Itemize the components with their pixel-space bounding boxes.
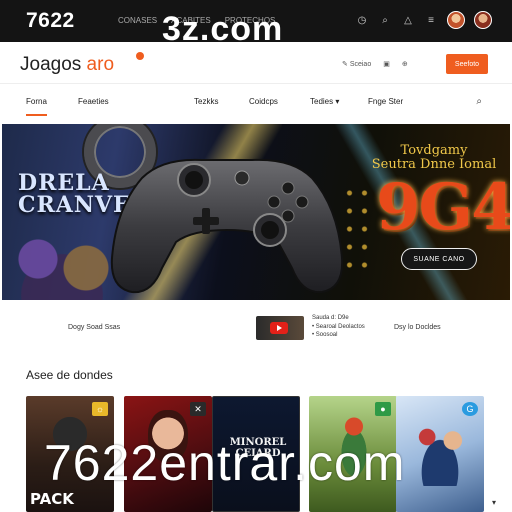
site-header: Joagos aro ✎ Sceiao ▣ ⊕ Seefoto <box>0 42 512 84</box>
hero-right-title-line1: Tovdgamy <box>400 143 468 158</box>
card-label: PACK <box>30 490 74 508</box>
brand-title[interactable]: Joagos aro <box>20 54 114 76</box>
avatar[interactable] <box>447 11 465 29</box>
hero-banner[interactable]: DRELA CRANVE Tovdgamy Seutra Dnne Iomal … <box>2 124 510 300</box>
scroll-down-icon[interactable]: ▾ <box>492 498 496 507</box>
nav-item-features[interactable]: Feaeties <box>78 97 109 106</box>
brand-dot-icon <box>136 52 144 60</box>
bell-icon[interactable]: △ <box>401 13 415 27</box>
spark-decoration <box>342 184 372 274</box>
main-nav: Forna Feaeties Tezkks Coidcps Tedies ▾ F… <box>0 84 512 118</box>
watermark-overlay-top: 3z.com <box>162 10 284 48</box>
nav-item-tedies[interactable]: Tedies ▾ <box>310 97 339 106</box>
nav-search-icon[interactable]: ⌕ <box>476 96 482 107</box>
top-icons: ◷ ⌕ △ ≡ <box>355 11 492 29</box>
sun-badge-icon: ☼ <box>92 402 108 416</box>
nav-item-fnge-ster[interactable]: Fnge Ster <box>368 97 403 106</box>
clock-icon[interactable]: ◷ <box>355 13 369 27</box>
status-badge-icon: ● <box>375 402 391 416</box>
strip-list-item: Sauda d: D9e <box>312 315 349 321</box>
top-link-1[interactable]: CONASES <box>118 16 157 25</box>
header-links: ✎ Sceiao ▣ ⊕ <box>342 60 408 68</box>
strip-right-text[interactable]: Dsy lo Docldes <box>394 324 441 331</box>
nav-item-home[interactable]: Forna <box>26 97 47 116</box>
avatar-secondary[interactable] <box>474 11 492 29</box>
strip-list-item[interactable]: • Soosoal <box>312 331 365 340</box>
card-art <box>408 416 472 486</box>
top-bar: 7622 CONASES ACABITES PROTECHOS 3z.com ◷… <box>0 0 512 46</box>
section-title: Asee de dondes <box>26 368 113 382</box>
cta-button[interactable]: Seefoto <box>446 54 488 74</box>
brand-accent: aro <box>86 54 115 75</box>
strip-left-text[interactable]: Dogy Soad Ssas <box>68 324 120 331</box>
watermark-overlay-bottom: 7622entrar.com <box>44 435 406 491</box>
search-icon[interactable]: ⌕ <box>378 13 392 27</box>
info-strip: Dogy Soad Ssas Sauda d: D9e • Searoal De… <box>0 306 512 350</box>
play-icon[interactable] <box>270 322 288 334</box>
strip-list: Sauda d: D9e • Searoal Deolactos • Sooso… <box>312 314 365 340</box>
hero-big-number: 9G4 <box>376 170 510 245</box>
header-link-1[interactable]: ✎ Sceiao <box>342 60 371 68</box>
game-card-5[interactable]: G <box>396 396 484 512</box>
strip-list-item[interactable]: • Searoal Deolactos <box>312 323 365 332</box>
game-controller-image <box>110 158 344 294</box>
share-icon[interactable]: ⊕ <box>402 60 408 68</box>
header-link-1-label: Sceiao <box>349 61 372 68</box>
nav-item-coidcps[interactable]: Coidcps <box>249 97 278 106</box>
hero-right-title: Tovdgamy Seutra Dnne Iomal <box>364 143 504 173</box>
hero-cta-button[interactable]: SUANE CANO <box>401 248 477 270</box>
site-logo[interactable]: 7622 <box>26 9 75 33</box>
brand-badge-icon: G <box>462 402 478 416</box>
nav-item-tezkks[interactable]: Tezkks <box>194 97 218 106</box>
close-badge-icon[interactable]: ✕ <box>190 402 206 416</box>
brand-main: Joagos <box>20 54 87 75</box>
grid-icon[interactable]: ▣ <box>383 60 390 68</box>
menu-icon[interactable]: ≡ <box>424 13 438 27</box>
